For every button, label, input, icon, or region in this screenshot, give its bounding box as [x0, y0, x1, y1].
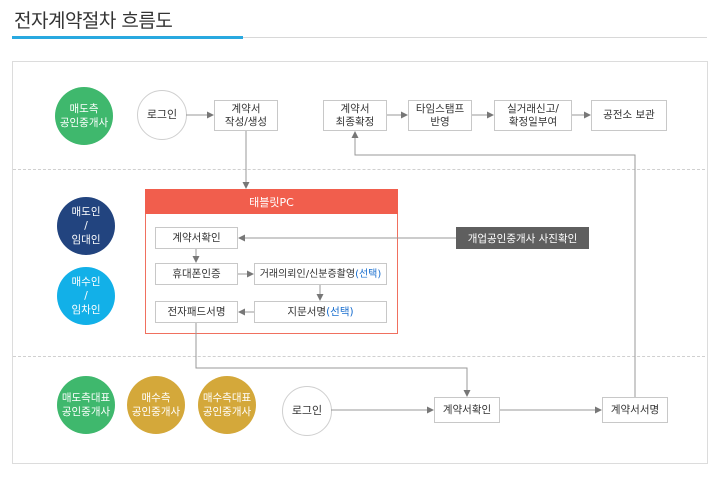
- arrow-pad-sign-to-row3-check: [195, 323, 471, 397]
- arrow-sign-to-final: [351, 131, 636, 397]
- flow-connectors: [186, 111, 636, 414]
